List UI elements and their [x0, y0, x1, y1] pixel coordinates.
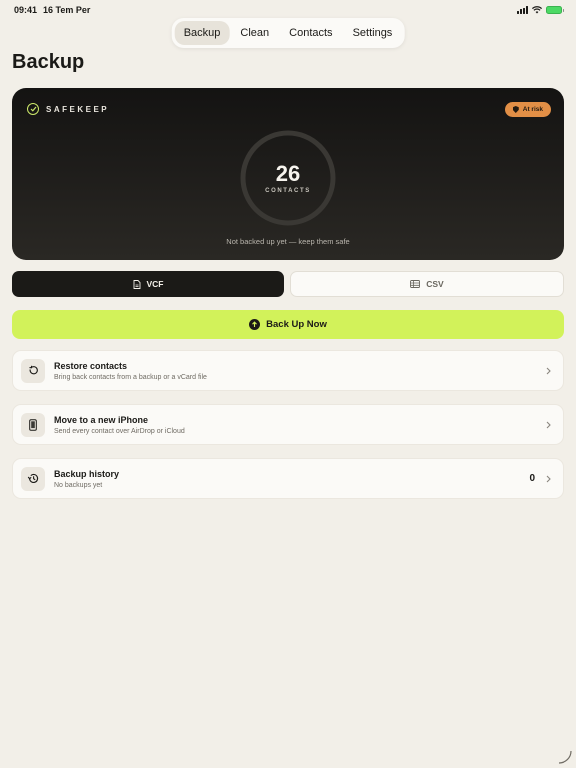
chevron-right-icon — [543, 420, 553, 430]
segmented-tab-bar: Backup Clean Contacts Settings — [171, 18, 405, 48]
move-to-new-iphone-subtitle: Send every contact over AirDrop or iClou… — [54, 427, 185, 435]
brand: SAFEKEEP — [27, 103, 109, 115]
tab-backup[interactable]: Backup — [174, 21, 230, 45]
brand-name: SAFEKEEP — [46, 104, 110, 114]
status-badge: At risk — [504, 102, 551, 117]
format-selector: VCF CSV — [12, 271, 564, 297]
chevron-right-icon — [543, 366, 553, 376]
chevron-right-icon — [543, 474, 553, 484]
status-time: 09:41 — [14, 5, 38, 15]
table-icon — [410, 280, 421, 288]
status-bar: 09:41 16 Tem Per — [0, 0, 576, 20]
cellular-signal-icon — [517, 6, 528, 14]
move-to-new-iphone-title: Move to a new iPhone — [54, 414, 149, 425]
shield-icon — [512, 106, 519, 113]
backup-status-card: SAFEKEEP At risk 26 CONTACTS Not backed … — [12, 88, 564, 260]
backup-history-count: 0 — [529, 473, 535, 484]
checkmark-circle-icon — [27, 103, 39, 115]
document-icon — [133, 279, 140, 289]
back-up-now-button[interactable]: Back Up Now — [12, 310, 564, 339]
status-icons — [517, 6, 564, 14]
tab-settings[interactable]: Settings — [344, 21, 402, 45]
status-left: 09:41 16 Tem Per — [14, 5, 90, 15]
restore-contacts-subtitle: Bring back contacts from a backup or a v… — [54, 373, 207, 381]
format-vcf-button[interactable]: VCF — [12, 271, 284, 297]
tab-contacts[interactable]: Contacts — [280, 21, 341, 45]
arrow-up-circle-icon — [249, 319, 261, 330]
wifi-icon — [532, 6, 542, 14]
contact-count: 26 — [275, 161, 301, 186]
format-vcf-label: VCF — [146, 279, 164, 289]
page-title: Backup — [12, 51, 85, 73]
tab-clean[interactable]: Clean — [231, 21, 278, 45]
restore-contacts-row[interactable]: Restore contacts Bring back contacts fro… — [12, 350, 564, 391]
status-badge-label: At risk — [522, 106, 543, 113]
backup-history-row[interactable]: Backup history No backups yet 0 — [12, 458, 564, 499]
restore-icon — [21, 358, 45, 383]
resize-handle-icon[interactable] — [558, 750, 572, 764]
contact-count-label: CONTACTS — [265, 188, 311, 194]
restore-contacts-title: Restore contacts — [54, 360, 128, 371]
backup-status-note: Not backed up yet — keep them safe — [226, 237, 350, 246]
history-icon — [21, 466, 45, 491]
contact-count-ring: 26 CONTACTS — [238, 128, 338, 228]
back-up-now-label: Back Up Now — [266, 319, 327, 330]
backup-history-title: Backup history — [54, 468, 120, 479]
move-to-new-iphone-row[interactable]: Move to a new iPhone Send every contact … — [12, 404, 564, 445]
status-date: 16 Tem Per — [43, 5, 91, 15]
phone-icon — [21, 412, 45, 437]
backup-history-subtitle: No backups yet — [54, 481, 103, 489]
battery-icon — [546, 6, 564, 14]
format-csv-button[interactable]: CSV — [290, 271, 564, 297]
format-csv-label: CSV — [426, 279, 444, 289]
